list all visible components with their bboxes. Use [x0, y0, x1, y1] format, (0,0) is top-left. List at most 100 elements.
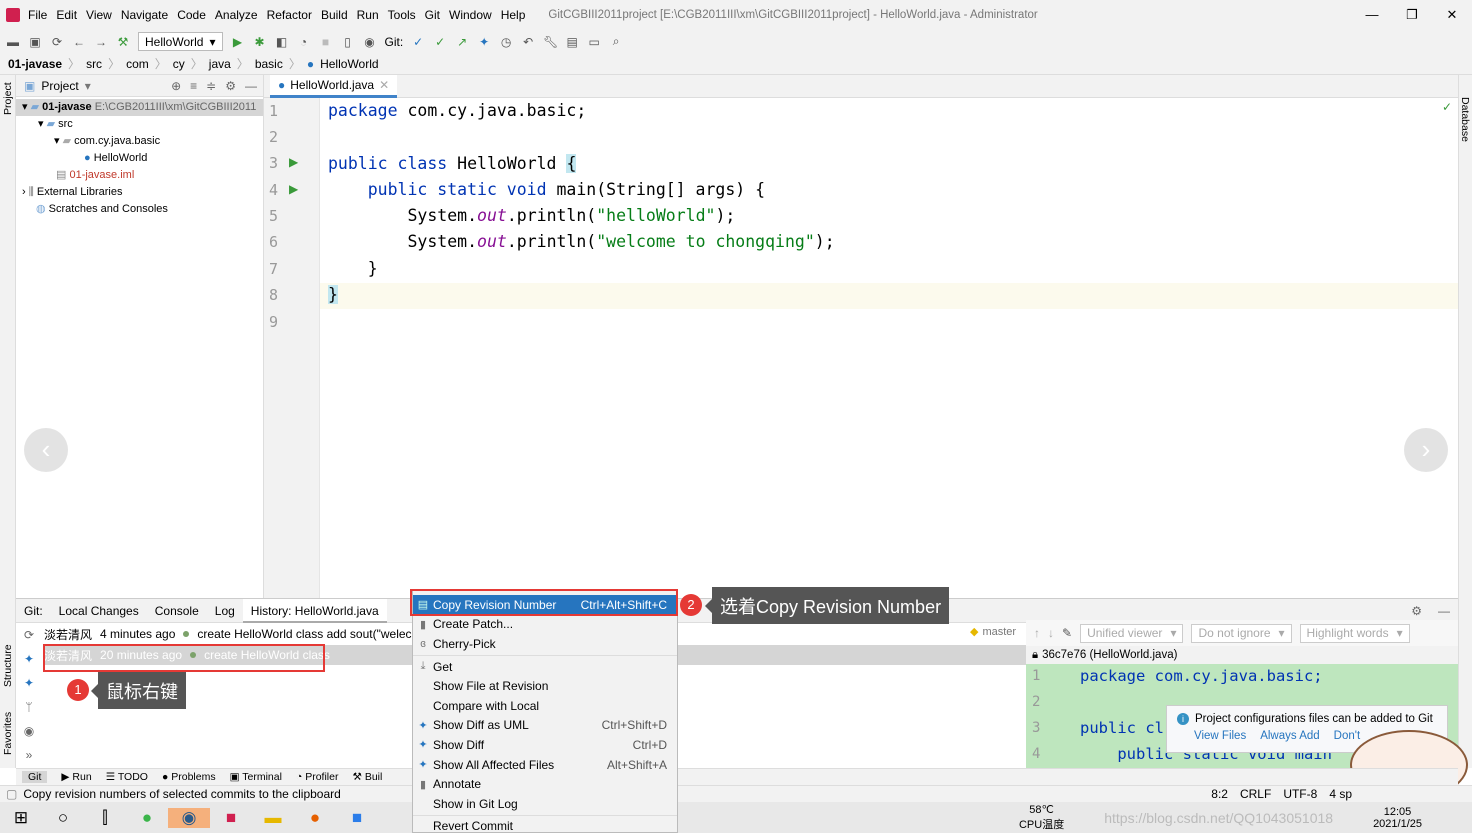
wrench-icon[interactable]: 🔧︎: [543, 35, 558, 49]
debug-icon[interactable]: ✱: [253, 35, 267, 49]
history-row[interactable]: 淡若清风 4 minutes ago create HelloWorld class…: [44, 624, 428, 644]
tree-item[interactable]: ▾ ▰ 01-javase E:\CGB2011III\xm\GitCGBIII…: [16, 99, 263, 116]
git-diff-icon[interactable]: ✦: [477, 35, 491, 49]
branch-icon[interactable]: ᛘ: [16, 695, 42, 719]
device-icon[interactable]: ▯: [341, 35, 355, 49]
windows-start-icon[interactable]: ⊞: [0, 808, 42, 828]
menu-build[interactable]: Build: [321, 8, 348, 22]
dont-ask-link[interactable]: Don't: [1334, 730, 1361, 742]
crumb-basic[interactable]: basic: [255, 57, 283, 71]
hide-icon[interactable]: —: [1430, 604, 1458, 618]
profile-icon[interactable]: ◔: [297, 35, 311, 49]
collapse-all-icon[interactable]: ≑: [206, 79, 216, 93]
tool-profiler[interactable]: ◔ Profiler: [296, 771, 339, 783]
firefox-icon[interactable]: ●: [294, 808, 336, 828]
previous-arrow-button[interactable]: ‹: [24, 428, 68, 472]
cortana-icon[interactable]: ○: [42, 808, 84, 828]
tool-problems[interactable]: ● Problems: [162, 771, 216, 783]
crumb-module[interactable]: 01-javase: [8, 57, 62, 71]
rollback-icon[interactable]: ↶: [521, 35, 535, 49]
tree-item[interactable]: ▾ ▰ src: [16, 116, 263, 133]
sync-icon[interactable]: ⟳: [50, 35, 64, 49]
hide-icon[interactable]: —: [245, 79, 257, 93]
crumb-cy[interactable]: cy: [173, 57, 185, 71]
tree-item[interactable]: ● HelloWorld: [16, 150, 263, 167]
menu-tools[interactable]: Tools: [388, 8, 416, 22]
project-tool-button[interactable]: Project: [2, 82, 14, 115]
edit-icon[interactable]: ✎: [1062, 626, 1072, 640]
viewer-dropdown[interactable]: Unified viewer ▾: [1080, 623, 1184, 643]
menu-show-file-at-revision[interactable]: Show File at Revision: [413, 676, 677, 696]
menu-window[interactable]: Window: [449, 8, 492, 22]
ignore-dropdown[interactable]: Do not ignore ▾: [1191, 623, 1292, 643]
tool-build[interactable]: ⚒ Buil: [352, 771, 382, 783]
forward-icon[interactable]: →: [94, 35, 108, 49]
close-icon[interactable]: ✕: [1432, 0, 1472, 30]
structure-tool-button[interactable]: Structure: [2, 644, 14, 687]
highlight-dropdown[interactable]: Highlight words ▾: [1299, 623, 1410, 643]
tool-terminal[interactable]: ▣ Terminal: [230, 771, 282, 783]
gear-icon[interactable]: ⚙: [225, 79, 236, 93]
tab-history[interactable]: History: HelloWorld.java: [242, 598, 387, 623]
menu-run[interactable]: Run: [357, 8, 379, 22]
run-config-dropdown[interactable]: HelloWorld ▾: [138, 32, 223, 51]
project-view-dropdown[interactable]: Project: [41, 79, 78, 93]
close-tab-icon[interactable]: ✕: [379, 78, 389, 92]
crumb-class[interactable]: HelloWorld: [320, 57, 378, 71]
menu-show-all-affected-files[interactable]: ✦ Show All Affected Files Alt+Shift+A: [413, 755, 677, 775]
history-icon[interactable]: ◷: [499, 35, 513, 49]
clock-date[interactable]: 2021/1/25: [1373, 818, 1422, 830]
more-icon[interactable]: »: [16, 743, 42, 767]
run-icon[interactable]: ▶: [231, 35, 245, 49]
open-icon[interactable]: ▬: [6, 35, 20, 49]
tool-git[interactable]: Git: [22, 771, 48, 783]
crumb-com[interactable]: com: [126, 57, 149, 71]
tab-helloworld-java[interactable]: ● HelloWorld.java ✕: [270, 75, 398, 98]
menu-git[interactable]: Git: [425, 8, 440, 22]
menu-get[interactable]: ⤓ Get: [413, 657, 677, 677]
git-update-icon[interactable]: ✓: [411, 35, 425, 49]
back-icon[interactable]: ←: [72, 35, 86, 49]
wps-icon[interactable]: ■: [336, 808, 378, 828]
affected-files-icon[interactable]: ✦: [16, 671, 42, 695]
menu-show-in-git-log[interactable]: Show in Git Log: [413, 794, 677, 814]
maximize-icon[interactable]: ❐: [1392, 0, 1432, 30]
menu-compare-with-local[interactable]: Compare with Local: [413, 696, 677, 716]
task-view-icon[interactable]: ⫿: [84, 808, 126, 828]
search-icon[interactable]: ⌕: [609, 34, 623, 49]
tool-todo[interactable]: ☰ TODO: [106, 771, 148, 783]
menu-edit[interactable]: Edit: [56, 8, 77, 22]
menu-view[interactable]: View: [86, 8, 112, 22]
app-icon[interactable]: ◉: [168, 807, 210, 828]
tree-item[interactable]: › ⫼ External Libraries: [16, 184, 263, 201]
menu-show-diff[interactable]: ✦ Show Diff Ctrl+D: [413, 735, 677, 755]
up-arrow-icon[interactable]: ↑: [1034, 626, 1040, 640]
crumb-src[interactable]: src: [86, 57, 102, 71]
file-encoding[interactable]: UTF-8: [1283, 787, 1317, 801]
menu-create-patch[interactable]: ▮ Create Patch...: [413, 615, 677, 635]
inspection-ok-icon[interactable]: ✓: [1442, 100, 1452, 114]
eye-icon[interactable]: ◉: [16, 719, 42, 743]
tree-item[interactable]: ▤ 01-javase.iml: [16, 167, 263, 184]
menu-code[interactable]: Code: [177, 8, 206, 22]
always-add-link[interactable]: Always Add: [1260, 730, 1319, 742]
refresh-icon[interactable]: ⟳: [16, 623, 42, 647]
intellij-icon[interactable]: ■: [210, 808, 252, 828]
database-tool-button[interactable]: Database: [1459, 97, 1471, 142]
next-arrow-button[interactable]: ›: [1404, 428, 1448, 472]
menu-revert-commit[interactable]: Revert Commit: [413, 817, 677, 836]
sdk-icon[interactable]: ◉: [363, 35, 377, 49]
menu-file[interactable]: File: [28, 8, 47, 22]
favorites-tool-button[interactable]: Favorites: [2, 712, 14, 755]
build-icon[interactable]: ⚒: [116, 35, 130, 49]
save-icon[interactable]: ▣: [28, 35, 42, 49]
minimize-icon[interactable]: —: [1352, 0, 1392, 30]
run-gutter-icon[interactable]: ▶: [289, 155, 298, 169]
tool-run[interactable]: ▶ Run: [61, 771, 91, 783]
gear-icon[interactable]: ⚙: [1403, 604, 1430, 618]
indent[interactable]: 4 sp: [1329, 787, 1352, 801]
menu-analyze[interactable]: Analyze: [215, 8, 258, 22]
tab-log[interactable]: Log: [207, 604, 243, 618]
menu-show-diff-as-uml[interactable]: ✦ Show Diff as UML Ctrl+Shift+D: [413, 716, 677, 736]
clock-time[interactable]: 12:05: [1373, 806, 1422, 818]
